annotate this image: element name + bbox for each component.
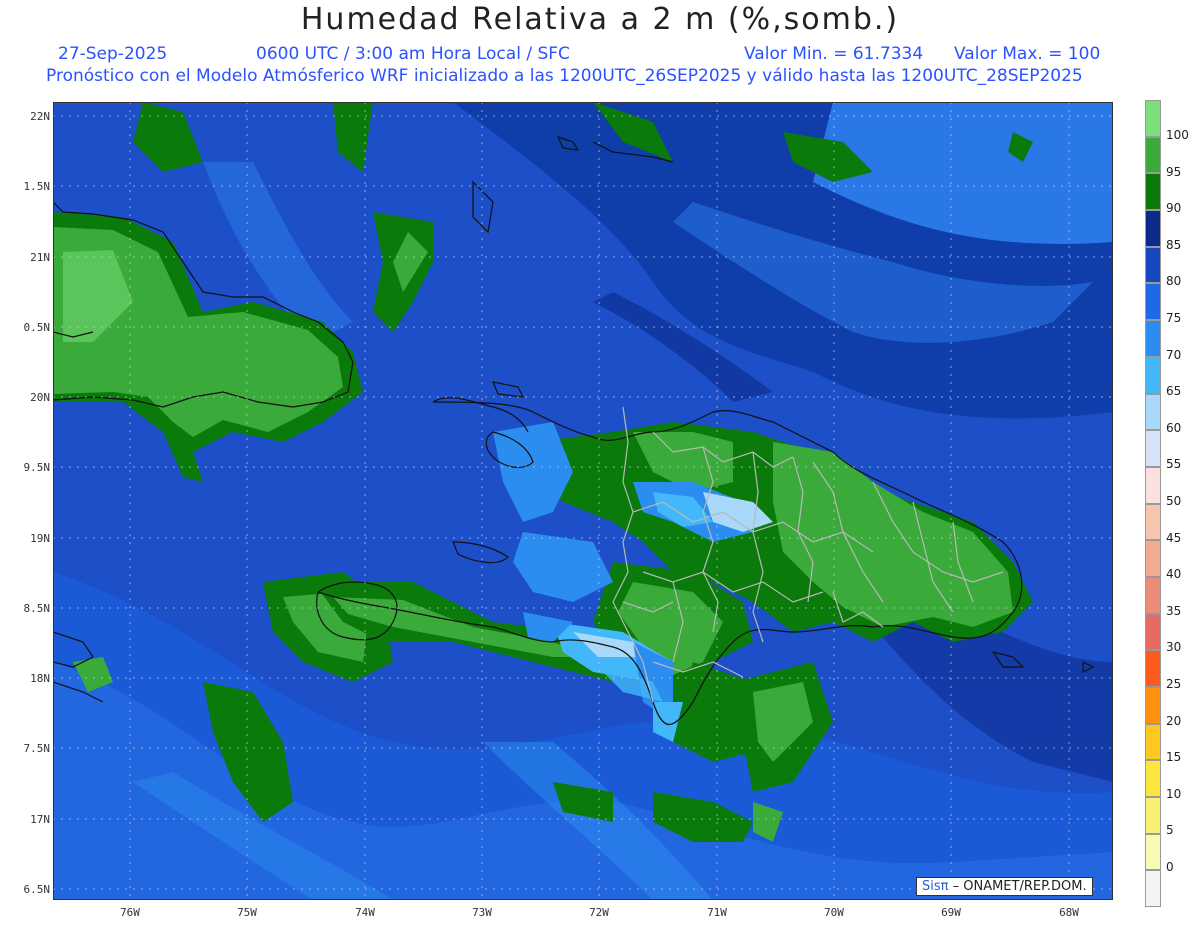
lon-label-73w: 73W [472, 906, 492, 919]
color-swatch [1145, 356, 1161, 394]
color-scale-label: 70 [1166, 347, 1182, 362]
lon-label-69w: 69W [941, 906, 961, 919]
color-scale-label: 25 [1166, 677, 1182, 691]
color-scale-label: 65 [1166, 384, 1182, 399]
map-title: Humedad Relativa a 2 m (%,somb.) [300, 2, 900, 37]
lon-label-70w: 70W [824, 906, 844, 919]
color-scale-label: 55 [1166, 457, 1182, 472]
color-scale-label: 35 [1166, 603, 1182, 618]
color-swatch [1145, 613, 1161, 651]
lon-label-75w: 75W [237, 906, 257, 919]
color-scale-label: 10 [1166, 786, 1182, 801]
color-swatch [1145, 503, 1161, 541]
color-swatch [1145, 760, 1161, 798]
color-scale-label: 30 [1166, 640, 1182, 655]
color-swatch [1145, 723, 1161, 761]
color-scale-label: 60 [1166, 420, 1182, 435]
color-swatch [1145, 320, 1161, 357]
forecast-model-info: Pronóstico con el Modelo Atmósferico WRF… [46, 66, 1083, 86]
forecast-time-info: 0600 UTC / 3:00 am Hora Local / SFC [256, 44, 570, 64]
lon-label-72w: 72W [589, 906, 609, 919]
color-scale-label: 75 [1166, 311, 1182, 325]
lon-label-74w: 74W [355, 906, 375, 919]
lat-label-21n: 21N [30, 251, 50, 264]
color-swatch [1145, 576, 1161, 614]
color-swatch [1145, 687, 1161, 724]
color-swatch [1145, 283, 1161, 321]
color-scale-label: 100 [1166, 128, 1189, 142]
color-scale-label: 90 [1166, 201, 1182, 216]
lon-label-68w: 68W [1059, 906, 1079, 919]
lat-label-21-5n: 1.5N [23, 180, 51, 193]
lat-label-18n: 18N [30, 672, 50, 685]
color-scale-label: 20 [1166, 713, 1182, 728]
credit-text: – ONAMET/REP.DOM. [952, 879, 1087, 894]
color-scale-label: 40 [1166, 567, 1182, 582]
color-scale-label: 0 [1166, 860, 1174, 874]
lat-label-20n: 20N [30, 391, 50, 404]
color-scale-bar [1145, 100, 1161, 908]
forecast-date: 27-Sep-2025 [58, 44, 168, 64]
max-value: Valor Max. = 100 [954, 44, 1101, 64]
color-swatch [1145, 393, 1161, 431]
color-swatch [1145, 870, 1161, 908]
lat-label-17n: 17N [30, 813, 50, 826]
color-swatch [1145, 833, 1161, 871]
lat-label-20-5n: 0.5N [23, 321, 51, 334]
color-swatch [1145, 210, 1161, 247]
color-swatch [1145, 100, 1161, 137]
credit-brand: Sisπ [922, 879, 949, 894]
lat-label-19n: 19N [30, 532, 50, 545]
color-scale-label: 15 [1166, 750, 1182, 765]
lat-label-17-5n: 7.5N [23, 742, 51, 755]
color-swatch [1145, 136, 1161, 174]
credit-box: Sisπ – ONAMET/REP.DOM. [916, 877, 1093, 896]
color-swatch [1145, 797, 1161, 834]
color-scale-label: 80 [1166, 274, 1182, 289]
min-value: Valor Min. = 61.7334 [744, 44, 924, 64]
lat-label-18-5n: 8.5N [23, 602, 51, 615]
color-swatch [1145, 540, 1161, 577]
lon-label-76w: 76W [120, 906, 140, 919]
lat-label-19-5n: 9.5N [23, 461, 51, 474]
lon-label-71w: 71W [707, 906, 727, 919]
color-swatch [1145, 466, 1161, 504]
color-scale-label: 95 [1166, 164, 1182, 179]
humidity-map [53, 102, 1113, 900]
color-swatch [1145, 246, 1161, 284]
color-swatch [1145, 650, 1161, 687]
map-canvas [53, 102, 1113, 900]
color-scale-label: 50 [1166, 494, 1182, 508]
color-swatch [1145, 430, 1161, 467]
color-scale-label: 45 [1166, 530, 1182, 545]
lat-label-22n: 22N [30, 110, 50, 123]
color-swatch [1145, 173, 1161, 211]
color-scale-label: 85 [1166, 237, 1182, 252]
lat-label-16-5n: 6.5N [23, 883, 51, 896]
color-scale-label: 5 [1166, 823, 1174, 838]
